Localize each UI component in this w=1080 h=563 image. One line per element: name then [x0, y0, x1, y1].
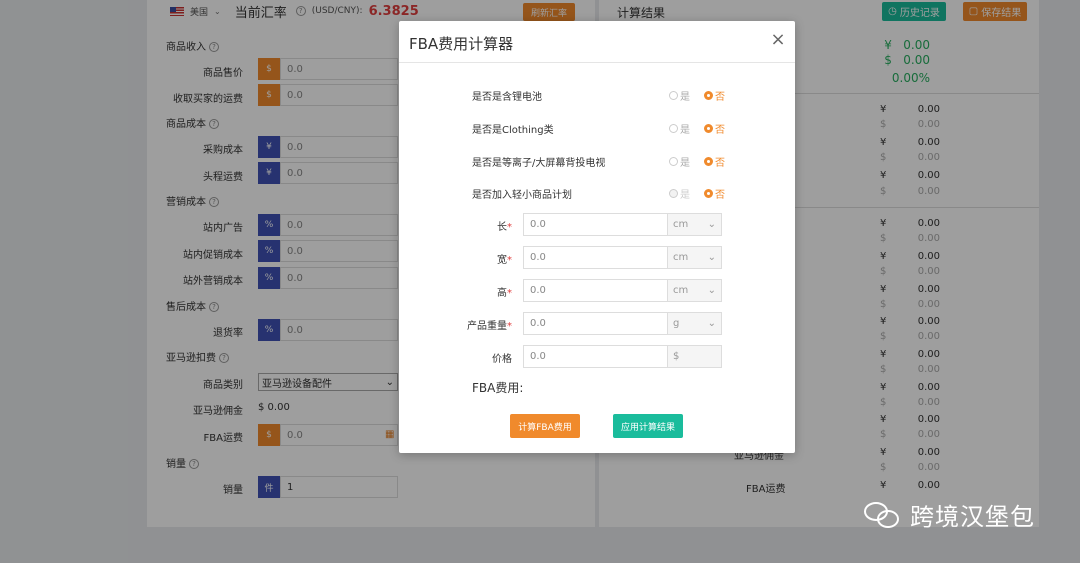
weight-unit-select[interactable]: g ⌄ [667, 312, 722, 335]
lithium-question: 是否是含锂电池 [472, 92, 542, 103]
small-light-radio-group: 是 否 [669, 186, 725, 201]
width-label: 宽* [497, 255, 512, 266]
height-unit-select[interactable]: cm ⌄ [667, 279, 722, 302]
chevron-down-icon: ⌄ [707, 285, 716, 296]
length-unit-select[interactable]: cm ⌄ [667, 213, 722, 236]
tv-no-radio[interactable]: 否 [704, 154, 725, 169]
height-label: 高* [497, 288, 512, 299]
clothing-radio-group: 是 否 [669, 121, 725, 136]
length-input[interactable]: 0.0 [523, 213, 668, 236]
price-unit: $ [667, 345, 722, 368]
small-light-yes-radio[interactable]: 是 [669, 186, 690, 201]
height-input[interactable]: 0.0 [523, 279, 668, 302]
calculate-fba-button[interactable]: 计算FBA费用 [510, 414, 580, 438]
length-label: 长* [497, 222, 512, 233]
watermark-text: 跨境汉堡包 [910, 503, 1035, 531]
fba-calculator-dialog: FBA费用计算器 × 是否是含锂电池 是 否 是否是Clothing类 是 否 … [399, 21, 795, 453]
width-unit-select[interactable]: cm ⌄ [667, 246, 722, 269]
watermark: 跨境汉堡包 [864, 497, 1035, 532]
chevron-down-icon: ⌄ [707, 219, 716, 230]
clothing-yes-radio[interactable]: 是 [669, 121, 690, 136]
chevron-down-icon: ⌄ [707, 252, 716, 263]
lithium-no-radio[interactable]: 否 [704, 88, 725, 103]
dialog-header: FBA费用计算器 × [399, 21, 795, 63]
dialog-title: FBA费用计算器 [409, 35, 514, 53]
clothing-no-radio[interactable]: 否 [704, 121, 725, 136]
apply-result-button[interactable]: 应用计算结果 [613, 414, 683, 438]
small-light-question: 是否加入轻小商品计划 [472, 190, 572, 201]
wechat-icon [864, 500, 902, 530]
lithium-yes-radio[interactable]: 是 [669, 88, 690, 103]
price-input[interactable]: 0.0 [523, 345, 668, 368]
tv-yes-radio[interactable]: 是 [669, 154, 690, 169]
tv-question: 是否是等离子/大屏幕背投电视 [472, 158, 606, 169]
chevron-down-icon: ⌄ [707, 318, 716, 329]
tv-radio-group: 是 否 [669, 154, 725, 169]
close-icon[interactable]: × [769, 29, 787, 51]
small-light-no-radio[interactable]: 否 [704, 186, 725, 201]
weight-input[interactable]: 0.0 [523, 312, 668, 335]
price-label: 价格 [492, 354, 512, 365]
lithium-radio-group: 是 否 [669, 88, 725, 103]
fba-fee-label: FBA费用: [472, 381, 524, 395]
width-input[interactable]: 0.0 [523, 246, 668, 269]
clothing-question: 是否是Clothing类 [472, 125, 554, 136]
weight-label: 产品重量* [467, 321, 512, 332]
